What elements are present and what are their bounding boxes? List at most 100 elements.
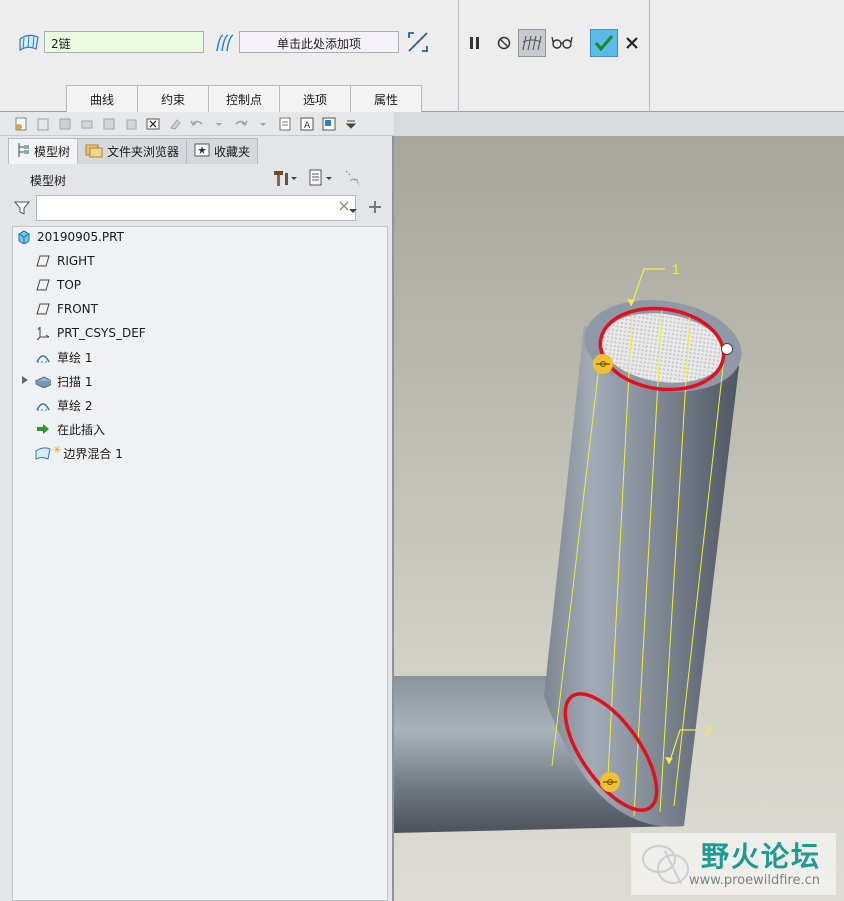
quick-access-toolbar: A (0, 112, 394, 136)
graphics-area[interactable]: 1 2 野火论坛 www.proewildfire.cn (394, 136, 844, 901)
undo-icon[interactable] (188, 115, 206, 133)
model-tree-tools (272, 169, 362, 190)
settings-hammer-icon[interactable] (272, 169, 298, 190)
boundary-blend-dashboard: 2链 单击此处添加项 曲线 约束 控制点 选项 属性 (0, 0, 844, 112)
search-dropdown-icon[interactable] (348, 204, 358, 218)
boundary-blend-icon (35, 445, 51, 461)
tree-item-label: 20190905.PRT (37, 230, 124, 244)
boundary-blend-icon[interactable] (17, 31, 41, 55)
annotation-icon[interactable]: A (298, 115, 316, 133)
tree-item-boundary-blend-1[interactable]: ✳ 边界混合 1 (35, 441, 123, 465)
model-tree-icon (16, 142, 30, 161)
show-options-icon[interactable] (308, 169, 334, 190)
tree-item-csys[interactable]: PRT_CSYS_DEF (35, 321, 146, 345)
tree-item-label: FRONT (57, 302, 98, 316)
callout-2: 2 (704, 722, 712, 738)
model-tree-header: 模型树 (30, 174, 67, 188)
close-window-icon[interactable] (144, 115, 162, 133)
new-feature-mark-icon: ✳ (53, 444, 62, 456)
undo-dropdown-icon[interactable] (210, 115, 228, 133)
part-icon (15, 229, 31, 245)
drag-handle-1[interactable] (593, 354, 613, 374)
model-viewport[interactable]: 1 2 (394, 136, 844, 901)
redo-dropdown-icon[interactable] (254, 115, 272, 133)
verify-mode-icon[interactable] (518, 29, 546, 57)
datum-plane-icon (35, 277, 51, 293)
tab-control-points[interactable]: 控制点 (208, 85, 280, 112)
tree-item-label: 草绘 1 (57, 350, 93, 365)
print-icon[interactable] (78, 115, 96, 133)
sweep-icon (35, 373, 51, 389)
tab-label: 文件夹浏览器 (107, 145, 180, 159)
save-copy-icon[interactable] (100, 115, 118, 133)
tree-item-label: RIGHT (57, 254, 95, 268)
erase-icon[interactable] (166, 115, 184, 133)
redo-icon[interactable] (232, 115, 250, 133)
glasses-preview-icon[interactable] (550, 31, 574, 55)
tab-options[interactable]: 选项 (279, 85, 351, 112)
tree-item-right[interactable]: RIGHT (35, 249, 95, 273)
window-icon[interactable] (320, 115, 338, 133)
start-point-handle[interactable] (721, 343, 733, 355)
navigator-tabs: 模型树 文件夹浏览器 收藏夹 (8, 138, 259, 164)
folder-icon (85, 142, 103, 161)
pause-icon[interactable] (463, 31, 487, 55)
ok-check-icon[interactable] (590, 29, 618, 57)
filter-settings-icon[interactable] (344, 169, 362, 190)
csys-icon (35, 325, 51, 341)
open-icon[interactable] (34, 115, 52, 133)
tree-item-label: 在此插入 (57, 422, 106, 437)
tree-item-sketch-2[interactable]: 草绘 2 (35, 393, 92, 417)
tab-constraints[interactable]: 约束 (137, 85, 209, 112)
tree-item-label: 扫描 1 (57, 374, 93, 389)
tree-item-sketch-1[interactable]: 草绘 1 (35, 345, 92, 369)
curve-set-icon[interactable] (212, 31, 236, 55)
drag-handle-2[interactable] (600, 772, 620, 792)
tree-item-label: PRT_CSYS_DEF (57, 326, 146, 340)
add-filter-icon[interactable] (368, 200, 382, 217)
sketch-icon (35, 349, 51, 365)
callout-1: 1 (672, 261, 680, 277)
new-icon[interactable] (12, 115, 30, 133)
tree-item-front[interactable]: FRONT (35, 297, 98, 321)
tab-model-tree[interactable]: 模型树 (8, 138, 79, 164)
tab-label: 模型树 (34, 145, 71, 159)
tab-favorites[interactable]: 收藏夹 (186, 138, 259, 164)
tab-label: 收藏夹 (214, 145, 251, 159)
expand-arrow-icon[interactable] (21, 374, 29, 388)
second-direction-chain-field[interactable]: 单击此处添加项 (239, 31, 399, 53)
tree-item-label: TOP (57, 278, 82, 292)
navigator-panel: 模型树 文件夹浏览器 收藏夹 模型树 20190905.PRT RIGHT TO… (0, 136, 394, 901)
watermark-logo-icon (637, 839, 697, 894)
filter-icon[interactable] (13, 200, 31, 219)
backup-icon[interactable] (122, 115, 140, 133)
watermark-url: www.proewildfire.cn (689, 873, 820, 888)
vertical-tube (544, 326, 739, 827)
tab-folder-browser[interactable]: 文件夹浏览器 (77, 138, 188, 164)
tree-item-insert-here[interactable]: 在此插入 (35, 417, 105, 441)
tree-item-sweep-1[interactable]: 扫描 1 (21, 369, 92, 393)
customize-toolbar-icon[interactable] (342, 115, 360, 133)
watermark: 野火论坛 www.proewildfire.cn (631, 833, 836, 895)
toggle-direction-icon[interactable] (406, 30, 430, 54)
cancel-x-icon[interactable] (620, 31, 644, 55)
dashboard-separator (649, 0, 650, 112)
dashboard-separator (458, 0, 459, 112)
no-preview-icon[interactable] (492, 31, 516, 55)
first-direction-chain-field[interactable]: 2链 (44, 31, 204, 53)
sketch-icon (35, 397, 51, 413)
tab-curves[interactable]: 曲线 (66, 85, 138, 112)
tab-properties[interactable]: 属性 (350, 85, 422, 112)
insert-arrow-icon (35, 421, 51, 437)
svg-text:A: A (304, 121, 311, 131)
regenerate-icon[interactable] (276, 115, 294, 133)
tree-search-input[interactable] (36, 195, 356, 221)
tree-item-part[interactable]: 20190905.PRT (15, 225, 124, 249)
save-icon[interactable] (56, 115, 74, 133)
datum-plane-icon (35, 253, 51, 269)
favorites-icon (194, 143, 210, 160)
tree-item-top[interactable]: TOP (35, 273, 81, 297)
tree-item-label: 草绘 2 (57, 398, 93, 413)
model-tree: 20190905.PRT RIGHT TOP FRONT PRT_CSYS_DE… (12, 226, 388, 901)
watermark-title: 野火论坛 (701, 840, 822, 873)
